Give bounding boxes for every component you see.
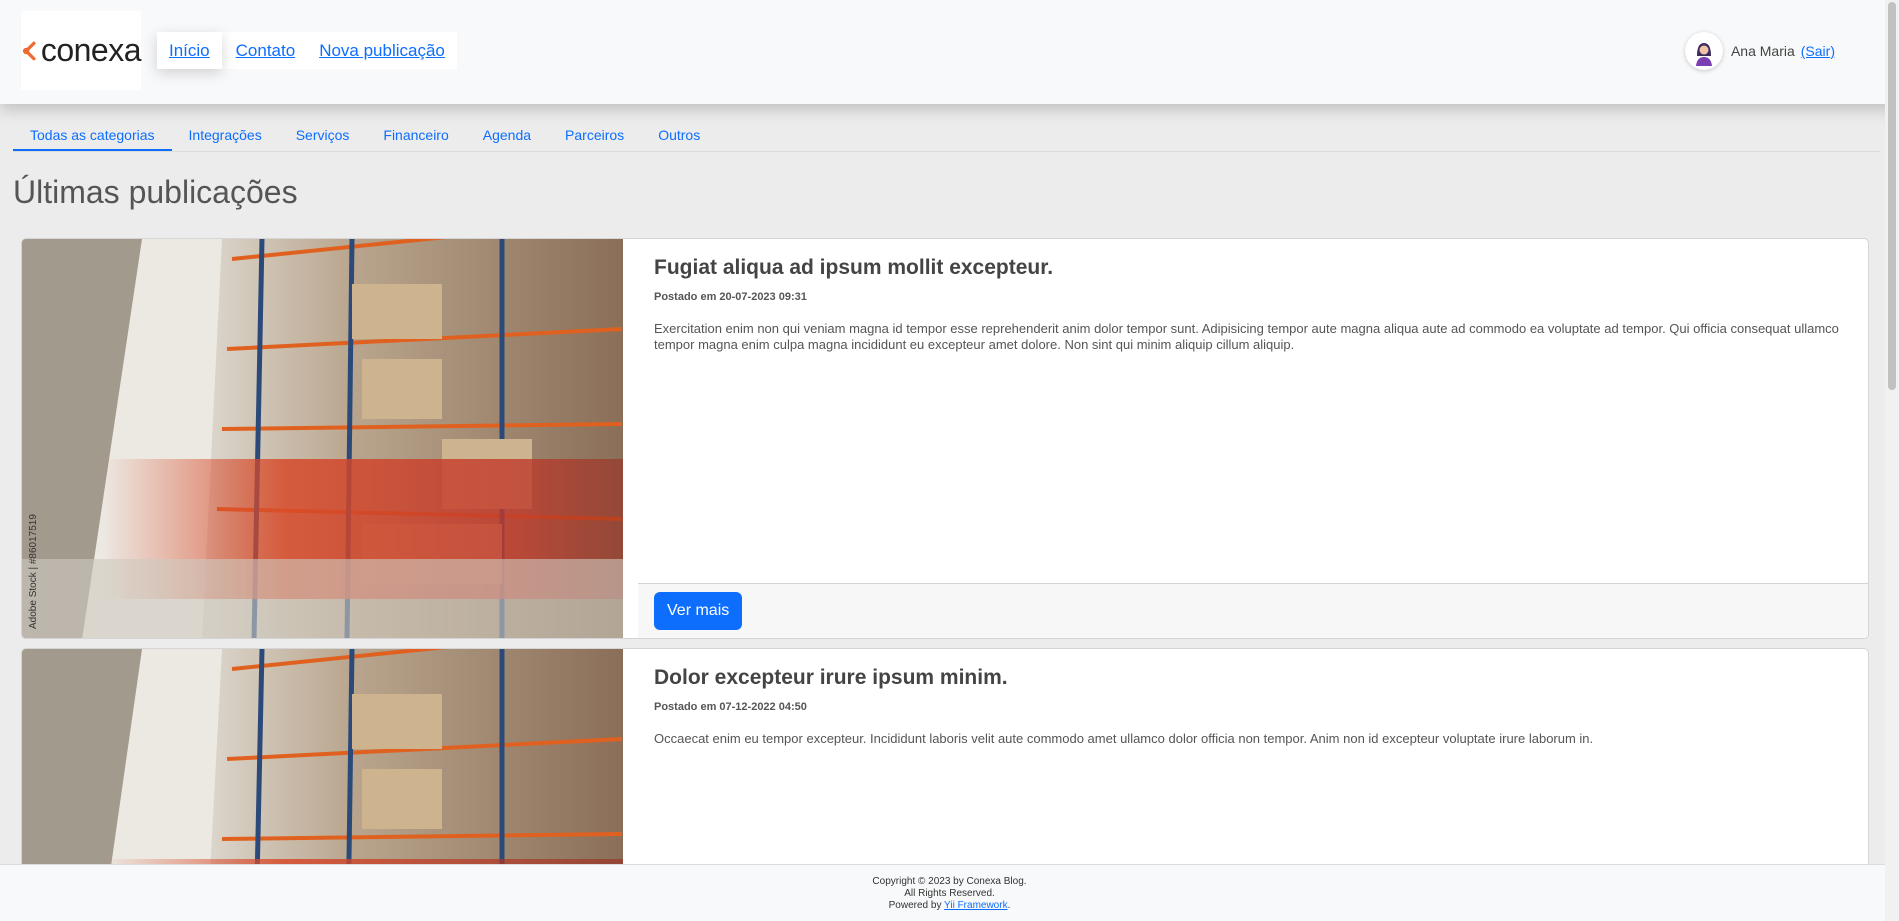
tab-financeiro[interactable]: Financeiro bbox=[366, 118, 465, 151]
post-title[interactable]: Fugiat aliqua ad ipsum mollit excepteur. bbox=[654, 256, 1851, 280]
tab-outros[interactable]: Outros bbox=[641, 118, 717, 151]
nav-link-inicio[interactable]: Início bbox=[157, 32, 222, 69]
post-body: Fugiat aliqua ad ipsum mollit excepteur.… bbox=[638, 239, 1868, 354]
post-excerpt: Exercitation enim non qui veniam magna i… bbox=[654, 321, 1839, 353]
footer-powered: Powered by Yii Framework. bbox=[0, 900, 1899, 912]
post-image[interactable]: Adobe Stock | #86017519 bbox=[22, 239, 623, 638]
footer-rights: All Rights Reserved. bbox=[904, 888, 995, 899]
avatar[interactable] bbox=[1684, 32, 1723, 70]
logo-text: conexa bbox=[40, 32, 142, 68]
footer-copyright: Copyright © 2023 by Conexa Blog. bbox=[872, 876, 1027, 887]
page-title: Últimas publicações bbox=[13, 174, 298, 210]
post-date: Postado em 20-07-2023 09:31 bbox=[654, 291, 807, 303]
scrollbar-thumb[interactable] bbox=[1888, 2, 1896, 390]
main-nav: Início Contato Nova publicação bbox=[157, 32, 457, 69]
image-watermark: Adobe Stock | #86017519 bbox=[28, 514, 39, 629]
scrollbar[interactable] bbox=[1885, 0, 1899, 921]
category-tabs: Todas as categorias Integrações Serviços… bbox=[13, 118, 1880, 152]
post-footer: Ver mais bbox=[638, 583, 1868, 638]
nav-link-contato[interactable]: Contato bbox=[224, 32, 308, 69]
tab-todas-as-categorias[interactable]: Todas as categorias bbox=[13, 118, 172, 151]
post-date: Postado em 07-12-2022 04:50 bbox=[654, 701, 807, 713]
logo-mark-icon bbox=[22, 41, 36, 60]
tab-integracoes[interactable]: Integrações bbox=[172, 118, 279, 151]
logo[interactable]: conexa bbox=[21, 11, 142, 90]
user-menu: Ana Maria (Sair) bbox=[1684, 32, 1835, 70]
footer: Copyright © 2023 by Conexa Blog. All Rig… bbox=[0, 864, 1899, 921]
read-more-button[interactable]: Ver mais bbox=[654, 592, 743, 630]
footer-powered-suffix: . bbox=[1007, 900, 1011, 911]
logout-link[interactable]: (Sair) bbox=[1801, 43, 1835, 59]
tab-servicos[interactable]: Serviços bbox=[279, 118, 367, 151]
warehouse-image: Adobe Stock | #86017519 bbox=[22, 239, 623, 638]
footer-powered-prefix: Powered by bbox=[888, 900, 945, 911]
post-excerpt: Occaecat enim eu tempor excepteur. Incid… bbox=[654, 731, 1594, 746]
user-avatar-icon bbox=[1688, 36, 1719, 66]
header: conexa Início Contato Nova publicação An… bbox=[0, 0, 1899, 104]
post-title[interactable]: Dolor excepteur irure ipsum minim. bbox=[654, 666, 1851, 690]
yii-framework-link[interactable]: Yii Framework bbox=[944, 900, 1008, 911]
user-name: Ana Maria bbox=[1730, 43, 1795, 59]
nav-link-nova-publicacao[interactable]: Nova publicação bbox=[307, 32, 457, 69]
post-card: Adobe Stock | #86017519 Fugiat aliqua ad… bbox=[21, 238, 1869, 639]
tab-parceiros[interactable]: Parceiros bbox=[548, 118, 641, 151]
tab-agenda[interactable]: Agenda bbox=[466, 118, 548, 151]
post-body: Dolor excepteur irure ipsum minim. Posta… bbox=[638, 649, 1868, 747]
